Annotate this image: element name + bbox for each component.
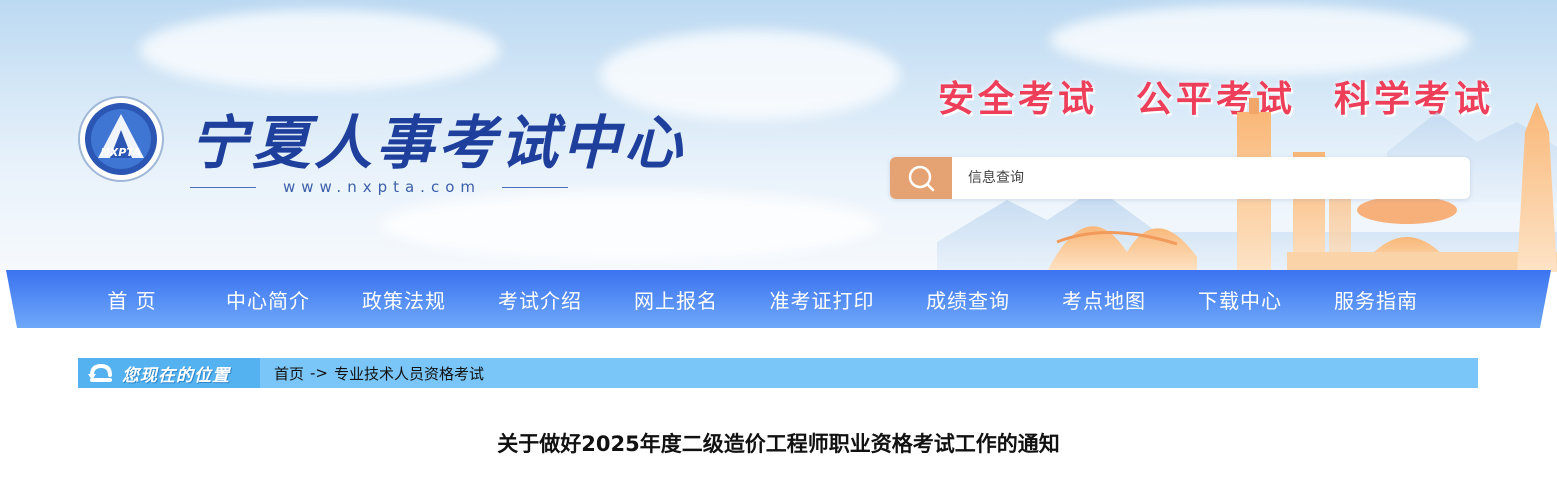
site-url-block: www.nxpta.com bbox=[190, 178, 568, 198]
nav-list: 首 页 中心简介 政策法规 考试介绍 网上报名 准考证打印 成绩查询 考点地图 … bbox=[64, 270, 1444, 328]
breadcrumb-label-block: 您现在的位置 bbox=[78, 358, 260, 388]
cloud-decoration bbox=[1050, 5, 1470, 75]
divider bbox=[190, 187, 256, 188]
cloud-decoration bbox=[140, 10, 500, 90]
search-box bbox=[890, 157, 1470, 199]
breadcrumb-separator: -> bbox=[310, 364, 328, 382]
nav-item-downloads[interactable]: 下载中心 bbox=[1172, 270, 1308, 328]
logo-text: NXPTA bbox=[101, 146, 142, 159]
nav-item-home[interactable]: 首 页 bbox=[64, 270, 200, 328]
site-name: 宁夏人事考试中心 bbox=[190, 109, 687, 177]
nav-item-online-registration[interactable]: 网上报名 bbox=[608, 270, 744, 328]
site-url: www.nxpta.com bbox=[283, 178, 481, 196]
cloud-decoration bbox=[380, 190, 880, 260]
breadcrumb: 您现在的位置 首页 -> 专业技术人员资格考试 bbox=[78, 358, 1478, 388]
nxpta-logo-icon: NXPTA bbox=[78, 96, 164, 182]
nav-item-score-query[interactable]: 成绩查询 bbox=[900, 270, 1036, 328]
breadcrumb-path: 首页 -> 专业技术人员资格考试 bbox=[274, 358, 484, 388]
search-icon bbox=[908, 165, 935, 192]
nav-item-policies[interactable]: 政策法规 bbox=[336, 270, 472, 328]
nav-item-service-guide[interactable]: 服务指南 bbox=[1308, 270, 1444, 328]
nav-item-venue-map[interactable]: 考点地图 bbox=[1036, 270, 1172, 328]
breadcrumb-label: 您现在的位置 bbox=[122, 365, 230, 386]
breadcrumb-home-link[interactable]: 首页 bbox=[274, 363, 304, 384]
nav-item-exam-intro[interactable]: 考试介绍 bbox=[472, 270, 608, 328]
search-input[interactable] bbox=[958, 157, 1458, 199]
nav-item-admission-print[interactable]: 准考证打印 bbox=[744, 270, 900, 328]
main-nav: 首 页 中心简介 政策法规 考试介绍 网上报名 准考证打印 成绩查询 考点地图 … bbox=[0, 270, 1557, 328]
site-header: NXPTA 宁夏人事考试中心 www.nxpta.com 安全考试 公平考试 科… bbox=[0, 0, 1557, 272]
search-button[interactable] bbox=[890, 157, 952, 199]
divider bbox=[502, 187, 568, 188]
nav-item-about[interactable]: 中心简介 bbox=[200, 270, 336, 328]
article-title: 关于做好2025年度二级造价工程师职业资格考试工作的通知 bbox=[497, 432, 1060, 456]
breadcrumb-current-link[interactable]: 专业技术人员资格考试 bbox=[334, 363, 484, 384]
return-arrow-icon bbox=[88, 363, 112, 382]
